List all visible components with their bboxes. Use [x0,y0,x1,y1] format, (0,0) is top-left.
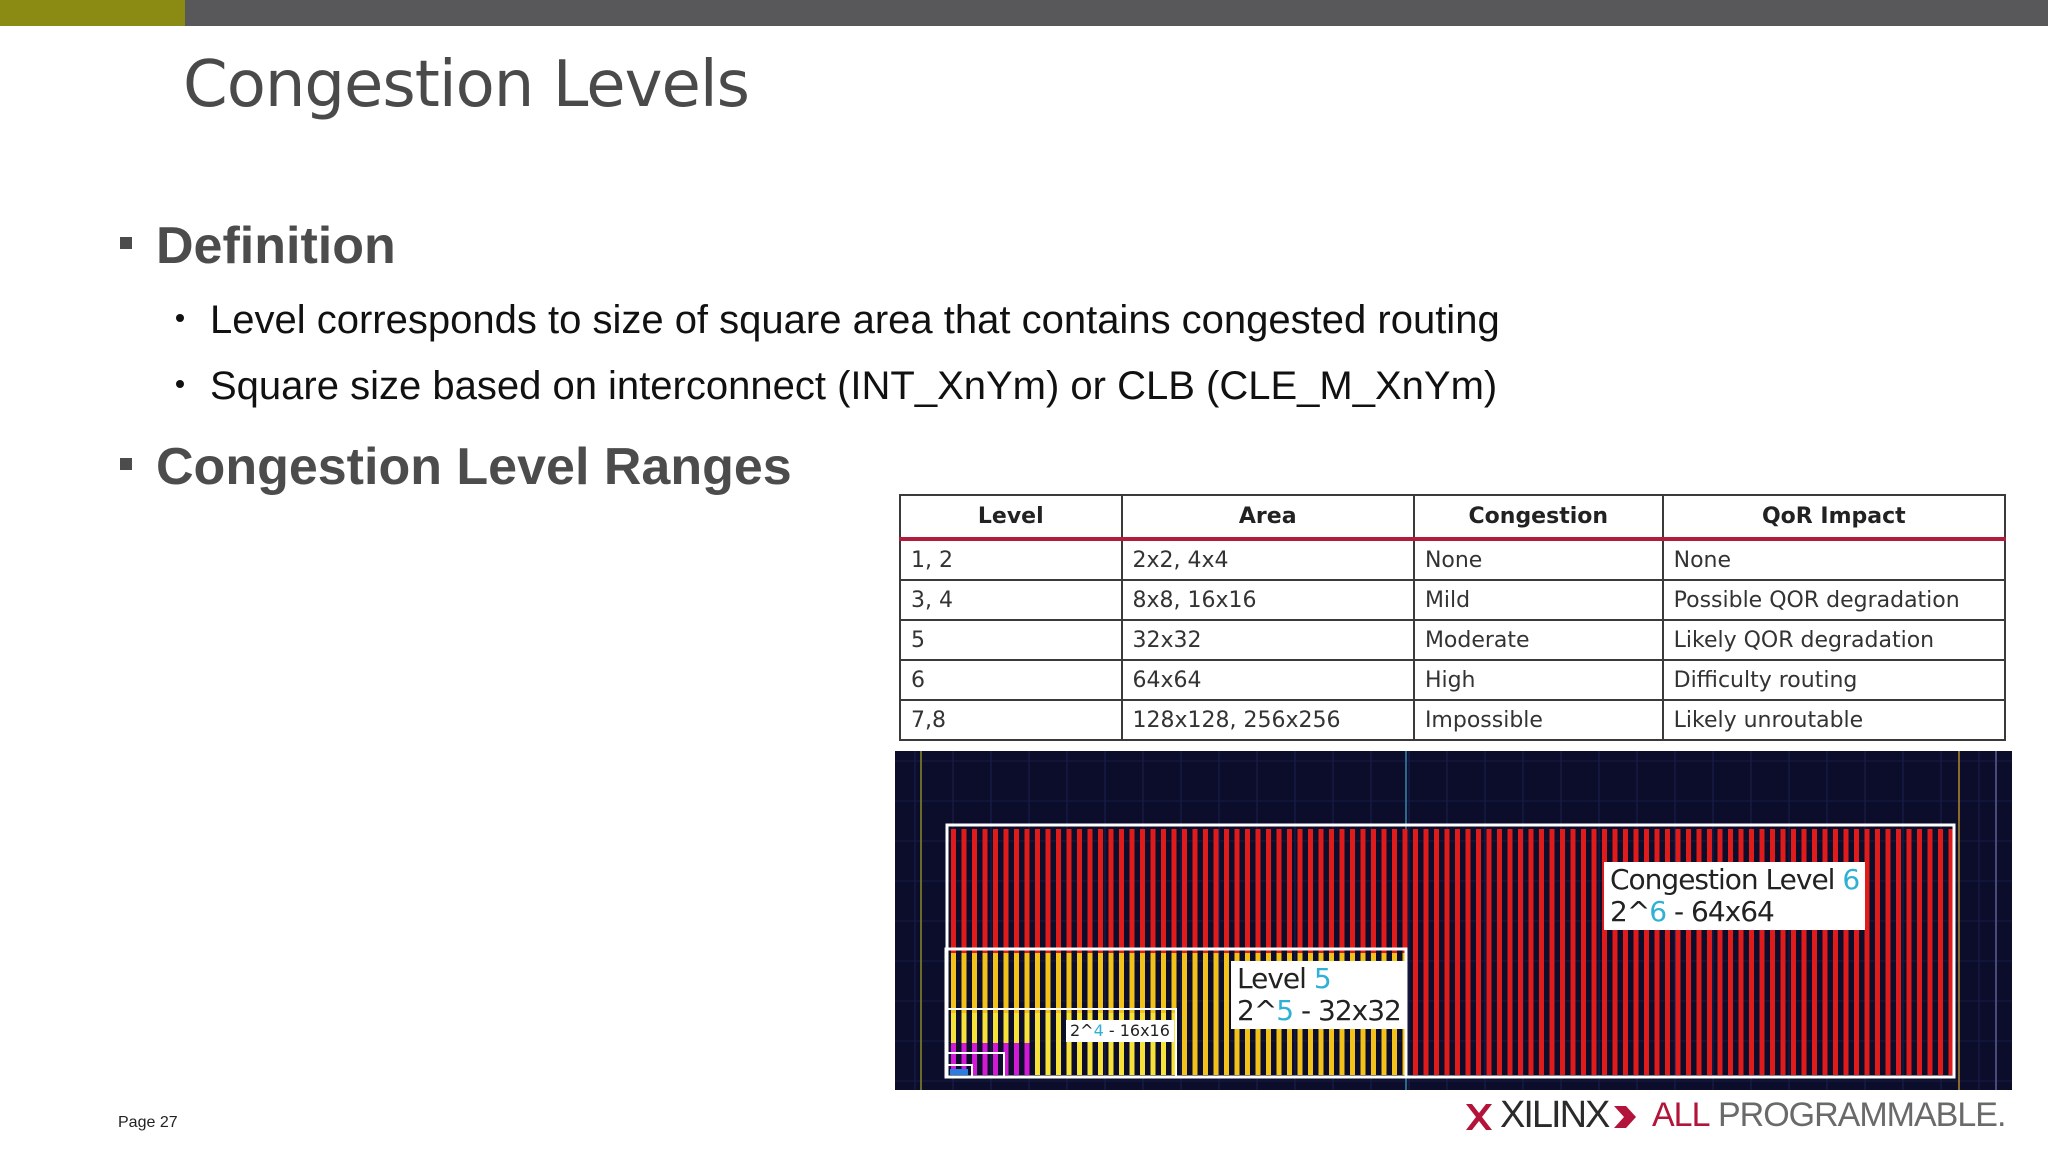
level4-base: 2^ [1070,1021,1094,1040]
level6-base: 2^ [1610,895,1650,928]
definition-heading: Definition [156,217,396,275]
logo-brand: XILINX [1500,1094,1610,1136]
level6-size: - 64x64 [1666,895,1775,928]
dot-bullet-icon [176,380,184,389]
cell-congestion: Moderate [1412,619,1664,661]
top-bar-accent [0,0,185,26]
bullet-text: Square size based on interconnect (INT_X… [210,364,1498,408]
cell-level: 5 [899,619,1123,661]
header-area: Area [1120,494,1415,541]
cell-area: 8x8, 16x16 [1120,579,1415,621]
level5-number: 5 [1313,962,1332,995]
header-qor-impact: QoR Impact [1661,494,2007,541]
cell-level: 6 [899,659,1123,701]
level5-size: - 32x32 [1293,994,1402,1027]
level6-title: Congestion Level [1610,863,1843,896]
slide-title: Congestion Levels [183,48,750,122]
cell-qor-impact: Possible QOR degradation [1661,579,2007,621]
chevron-right-icon [1614,1106,1636,1128]
cell-qor-impact: None [1661,538,2007,581]
page-number: Page 27 [118,1114,178,1131]
table-row: 3, 4 8x8, 16x16 Mild Possible QOR degrad… [899,579,2007,621]
cell-congestion: High [1412,659,1664,701]
square-bullet-icon [120,458,132,471]
level6-label: Congestion Level 6 2^6 - 64x64 [1604,862,1866,930]
level6-exponent: 6 [1649,895,1667,928]
table-header-row: Level Area Congestion QoR Impact [899,494,2007,541]
congestion-levels-table: Level Area Congestion QoR Impact 1, 2 2x… [899,494,2007,741]
header-level: Level [899,494,1123,541]
level5-base: 2^ [1237,994,1277,1027]
cell-qor-impact: Difficulty routing [1661,659,2007,701]
level5-label: Level 5 2^5 - 32x32 [1231,961,1407,1029]
level5-title: Level [1237,962,1314,995]
table-row: 6 64x64 High Difficulty routing [899,659,2007,701]
header-congestion: Congestion [1412,494,1664,541]
bullet-level-size: Level corresponds to size of square area… [176,298,1500,343]
level4-label: 2^4 - 16x16 [1066,1020,1174,1042]
level4-exponent: 4 [1093,1021,1104,1040]
cell-level: 1, 2 [899,538,1123,581]
level4-size: - 16x16 [1103,1021,1170,1040]
logo-programmable: PROGRAMMABLE. [1718,1096,2006,1134]
square-bullet-icon [120,237,132,250]
cell-level: 7,8 [899,699,1123,741]
bullet-square-size: Square size based on interconnect (INT_X… [176,364,1497,409]
bullet-level-ranges: Congestion Level Ranges [120,437,792,497]
table-row: 1, 2 2x2, 4x4 None None [899,538,2007,581]
top-bar [0,0,2048,26]
bullet-text: Level corresponds to size of square area… [210,298,1500,342]
logo-all: ALL [1652,1096,1710,1134]
table-row: 5 32x32 Moderate Likely QOR degradation [899,619,2007,661]
dot-bullet-icon [176,314,184,323]
cell-area: 2x2, 4x4 [1120,538,1415,581]
cell-congestion: Impossible [1412,699,1664,741]
level5-exponent: 5 [1276,994,1294,1027]
cell-area: 64x64 [1120,659,1415,701]
cell-area: 32x32 [1120,619,1415,661]
cell-qor-impact: Likely QOR degradation [1661,619,2007,661]
cell-qor-impact: Likely unroutable [1661,699,2007,741]
cell-congestion: Mild [1412,579,1664,621]
cell-congestion: None [1412,538,1664,581]
cell-level: 3, 4 [899,579,1123,621]
level6-number: 6 [1842,863,1860,896]
congestion-map-image: Congestion Level 6 2^6 - 64x64 Level 5 2… [895,751,2012,1090]
xilinx-mark-icon [1466,1104,1492,1130]
ranges-heading: Congestion Level Ranges [156,438,792,496]
cell-area: 128x128, 256x256 [1120,699,1415,741]
table-row: 7,8 128x128, 256x256 Impossible Likely u… [899,699,2007,741]
bullet-definition: Definition [120,216,396,276]
